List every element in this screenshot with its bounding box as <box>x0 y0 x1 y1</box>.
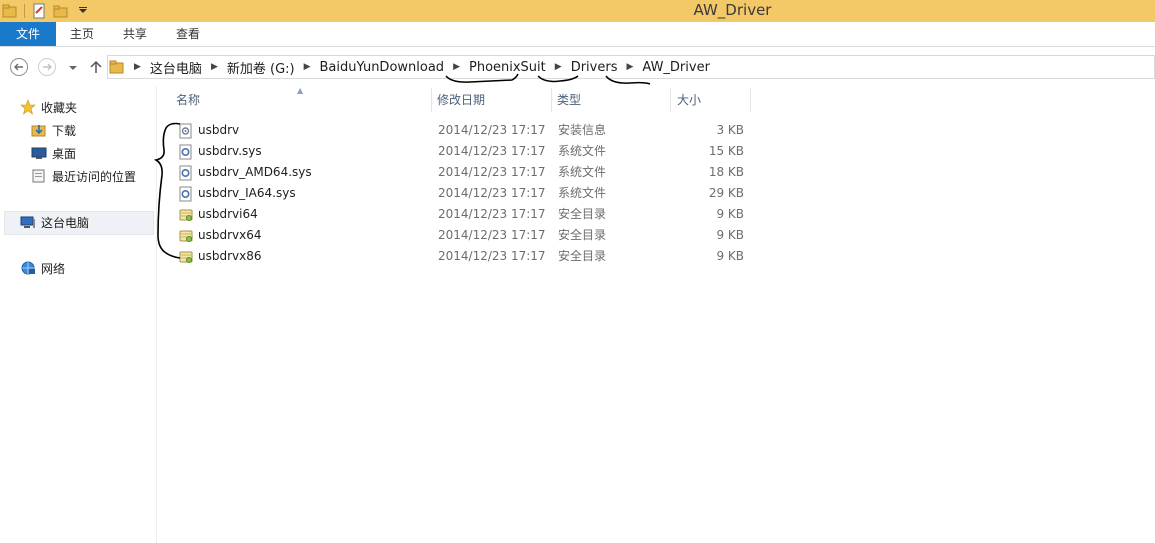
network-icon <box>21 261 35 275</box>
star-icon <box>20 99 36 115</box>
file-name: usbdrv.sys <box>198 144 262 158</box>
breadcrumb: ▶ 这台电脑 ▶ 新加卷 (G:) ▶ BaiduYunDownload ▶ P… <box>109 56 714 78</box>
file-type: 安装信息 <box>558 123 607 137</box>
breadcrumb-baiduyundownload[interactable]: BaiduYunDownload <box>316 60 449 75</box>
system-file-icon <box>178 165 194 181</box>
file-size: 9 KB <box>716 228 744 242</box>
nav-favorites[interactable]: 收藏夹 <box>20 97 77 117</box>
chevron-right-icon[interactable]: ▶ <box>550 62 567 72</box>
nav-recent-places[interactable]: 最近访问的位置 <box>31 166 136 186</box>
file-size: 15 KB <box>708 144 744 158</box>
computer-icon <box>20 216 35 228</box>
nav-favorites-label: 收藏夹 <box>41 100 78 115</box>
file-modified: 2014/12/23 17:17 <box>438 186 546 200</box>
nav-desktop[interactable]: 桌面 <box>31 143 76 163</box>
column-header-modified[interactable]: 修改日期 <box>433 88 552 112</box>
nav-downloads-label: 下载 <box>52 123 77 138</box>
breadcrumb-this-pc[interactable]: 这台电脑 <box>146 58 206 77</box>
file-modified: 2014/12/23 17:17 <box>438 228 546 242</box>
tab-view[interactable]: 查看 <box>166 22 210 47</box>
up-arrow-icon[interactable] <box>86 57 106 77</box>
file-name: usbdrv_AMD64.sys <box>198 165 312 179</box>
forward-icon[interactable] <box>37 57 57 77</box>
column-header-type[interactable]: 类型 <box>553 88 671 112</box>
nav-desktop-label: 桌面 <box>52 146 77 161</box>
file-name: usbdrv_IA64.sys <box>198 186 296 200</box>
nav-recent-places-label: 最近访问的位置 <box>52 169 137 184</box>
file-row[interactable]: usbdrvi64 2014/12/23 17:17 安全目录 9 KB <box>170 204 760 225</box>
ribbon: 文件 主页 共享 查看 <box>0 22 1155 47</box>
file-row[interactable]: usbdrv 2014/12/23 17:17 安装信息 3 KB <box>170 120 760 141</box>
file-row[interactable]: usbdrvx86 2014/12/23 17:17 安全目录 9 KB <box>170 246 760 267</box>
file-modified: 2014/12/23 17:17 <box>438 123 546 137</box>
file-size: 3 KB <box>716 123 744 137</box>
file-modified: 2014/12/23 17:17 <box>438 165 546 179</box>
setup-info-icon <box>178 123 194 139</box>
file-type: 系统文件 <box>558 165 607 179</box>
nav-network-label: 网络 <box>41 261 66 276</box>
file-list: usbdrv 2014/12/23 17:17 安装信息 3 KB usbdrv… <box>170 120 760 267</box>
system-file-icon <box>178 186 194 202</box>
nav-downloads[interactable]: 下载 <box>31 120 76 140</box>
chevron-right-icon[interactable]: ▶ <box>129 62 146 72</box>
file-row[interactable]: usbdrv_IA64.sys 2014/12/23 17:17 系统文件 29… <box>170 183 760 204</box>
file-type: 安全目录 <box>558 228 607 242</box>
file-size: 18 KB <box>708 165 744 179</box>
column-header-size[interactable]: 大小 <box>673 88 751 112</box>
file-size: 9 KB <box>716 249 744 263</box>
tab-home[interactable]: 主页 <box>60 22 104 47</box>
tab-share[interactable]: 共享 <box>113 22 157 47</box>
file-size: 29 KB <box>708 186 744 200</box>
chevron-right-icon[interactable]: ▶ <box>299 62 316 72</box>
file-name: usbdrvx86 <box>198 249 262 263</box>
recent-places-icon <box>32 169 45 183</box>
security-catalog-icon <box>178 228 194 244</box>
navigation-pane: 收藏夹 下载 桌面 最近访问的位置 这台电脑 网络 <box>0 86 157 543</box>
file-name: usbdrvx64 <box>198 228 262 242</box>
desktop-icon <box>31 147 47 159</box>
breadcrumb-aw-driver[interactable]: AW_Driver <box>638 60 714 75</box>
file-row[interactable]: usbdrv_AMD64.sys 2014/12/23 17:17 系统文件 1… <box>170 162 760 183</box>
downloads-folder-icon <box>31 125 46 137</box>
file-modified: 2014/12/23 17:17 <box>438 249 546 263</box>
nav-this-pc[interactable]: 这台电脑 <box>20 212 89 232</box>
security-catalog-icon <box>178 249 194 265</box>
file-row[interactable]: usbdrv.sys 2014/12/23 17:17 系统文件 15 KB <box>170 141 760 162</box>
file-type: 安全目录 <box>558 249 607 263</box>
column-header-name[interactable]: 名称 <box>172 88 432 112</box>
nav-network[interactable]: 网络 <box>20 258 65 278</box>
file-modified: 2014/12/23 17:17 <box>438 207 546 221</box>
file-size: 9 KB <box>716 207 744 221</box>
file-name: usbdrvi64 <box>198 207 258 221</box>
folder-icon <box>109 60 124 74</box>
tab-file[interactable]: 文件 <box>0 22 56 46</box>
window-title: AW_Driver <box>693 1 772 19</box>
title-bar: AW_Driver <box>0 0 1155 22</box>
chevron-right-icon[interactable]: ▶ <box>206 62 223 72</box>
file-modified: 2014/12/23 17:17 <box>438 144 546 158</box>
chevron-right-icon[interactable]: ▶ <box>448 62 465 72</box>
file-type: 安全目录 <box>558 207 607 221</box>
breadcrumb-drive-g[interactable]: 新加卷 (G:) <box>223 58 299 77</box>
file-type: 系统文件 <box>558 144 607 158</box>
file-name: usbdrv <box>198 123 240 137</box>
security-catalog-icon <box>178 207 194 223</box>
file-type: 系统文件 <box>558 186 607 200</box>
recent-locations-chevron-icon[interactable] <box>63 57 83 77</box>
file-row[interactable]: usbdrvx64 2014/12/23 17:17 安全目录 9 KB <box>170 225 760 246</box>
system-file-icon <box>178 144 194 160</box>
chevron-right-icon[interactable]: ▶ <box>621 62 638 72</box>
breadcrumb-phoenixsuit[interactable]: PhoenixSuit <box>465 60 550 75</box>
nav-this-pc-label: 这台电脑 <box>41 215 90 230</box>
breadcrumb-drivers[interactable]: Drivers <box>567 60 622 75</box>
back-icon[interactable] <box>9 57 29 77</box>
